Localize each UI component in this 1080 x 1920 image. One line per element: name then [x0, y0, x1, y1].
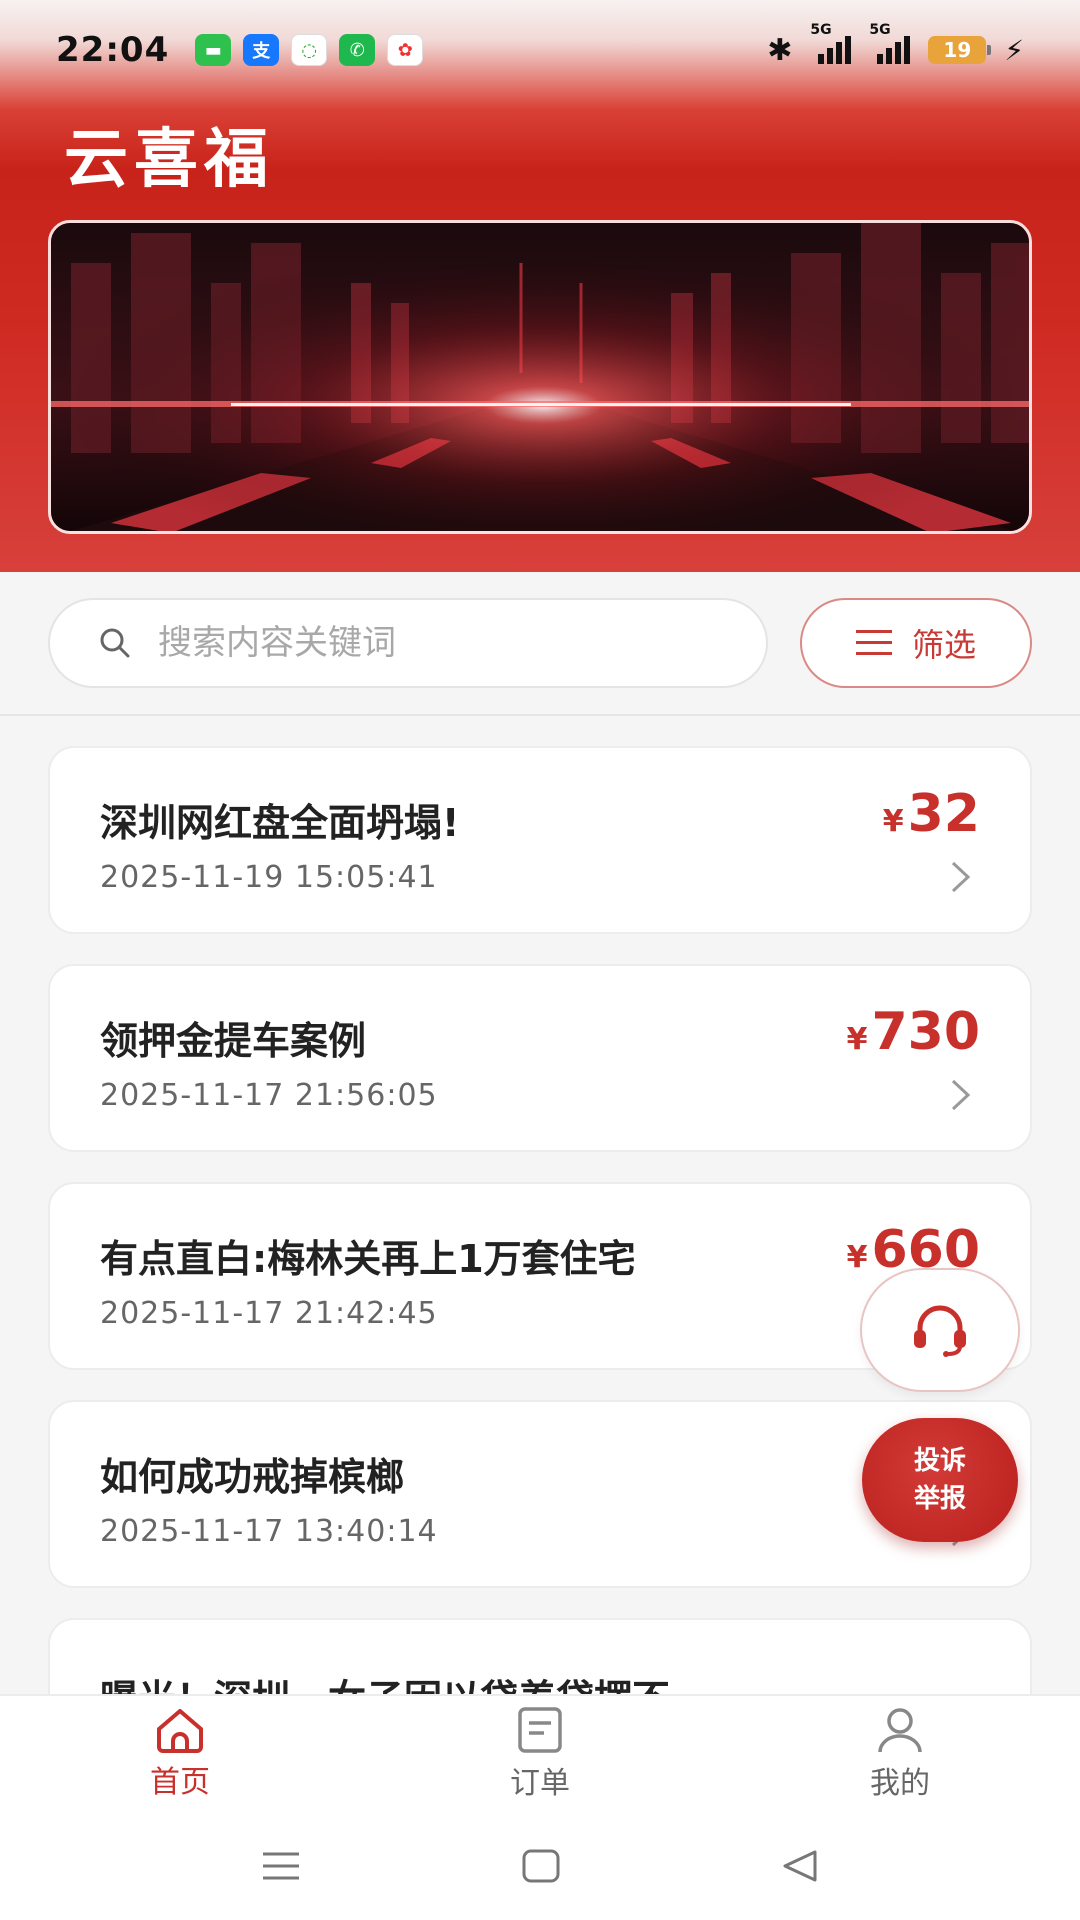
article-title: 曝光！深圳一女子因以贷养贷摆不 [100, 1668, 670, 1694]
tab-home[interactable]: 首页 [0, 1696, 360, 1812]
battery-level: 19 [943, 38, 972, 62]
currency-symbol: ¥ [882, 804, 904, 839]
search-box[interactable] [48, 598, 768, 688]
recent-apps-icon[interactable] [261, 1850, 301, 1882]
notification-icons: ▬ 支 ◌ ✆ ✿ [195, 34, 424, 66]
header: 22:04 ▬ 支 ◌ ✆ ✿ ✱ 5G 5G 19 ⚡ 云喜福 [0, 0, 1080, 572]
headset-icon [914, 1305, 966, 1357]
article-card[interactable]: 曝光！深圳一女子因以贷养贷摆不 [48, 1618, 1032, 1694]
complaint-report-button[interactable]: 投诉 举报 [862, 1418, 1018, 1542]
status-time: 22:04 [56, 30, 170, 70]
article-card[interactable]: 深圳网红盘全面坍塌! 2025-11-19 15:05:41 ¥ 32 [48, 746, 1032, 934]
currency-symbol: ¥ [846, 1022, 868, 1057]
back-triangle-icon[interactable] [781, 1849, 819, 1883]
price-amount: 32 [907, 784, 980, 844]
chevron-right-icon [951, 1079, 971, 1111]
phone-icon: ✆ [339, 34, 376, 66]
tab-bar: 首页 订单 我的 [0, 1694, 1080, 1812]
article-time: 2025-11-17 13:40:14 [100, 1514, 438, 1549]
network-type-label-2: 5G [869, 22, 891, 38]
signal-icon: 5G [810, 22, 852, 64]
tab-profile[interactable]: 我的 [720, 1696, 1080, 1812]
order-icon [518, 1707, 562, 1753]
profile-icon [878, 1708, 922, 1753]
menu-lines-icon [855, 630, 892, 655]
home-square-icon[interactable] [522, 1849, 560, 1883]
system-nav-bar [0, 1812, 1080, 1920]
chevron-right-icon [951, 861, 971, 893]
search-input[interactable] [158, 623, 718, 663]
bluetooth-icon: ✱ [767, 32, 793, 68]
filter-button[interactable]: 筛选 [800, 598, 1032, 688]
article-title: 有点直白:梅林关再上1万套住宅 [100, 1237, 636, 1281]
article-title: 深圳网红盘全面坍塌! [100, 801, 460, 845]
messages-icon: ▬ [195, 34, 232, 66]
article-title: 如何成功戒掉槟榔 [100, 1455, 405, 1499]
customer-service-button[interactable] [860, 1268, 1020, 1392]
search-row: 筛选 [0, 572, 1080, 716]
currency-symbol: ¥ [846, 1240, 868, 1275]
article-title: 领押金提车案例 [100, 1019, 367, 1063]
report-label-line2: 举报 [913, 1484, 966, 1514]
network-type-label: 5G [810, 22, 832, 38]
search-icon [100, 628, 130, 658]
report-label-line1: 投诉 [913, 1446, 966, 1476]
charging-icon: ⚡ [1004, 33, 1024, 67]
article-time: 2025-11-17 21:56:05 [100, 1078, 438, 1113]
article-card[interactable]: 领押金提车案例 2025-11-17 21:56:05 ¥ 730 [48, 964, 1032, 1152]
alipay-icon: 支 [243, 34, 280, 66]
tab-label: 我的 [870, 1766, 930, 1801]
battery-icon: 19 [928, 36, 992, 64]
status-right: ✱ 5G 5G 19 ⚡ [767, 22, 1024, 68]
signal-icon-2: 5G [869, 22, 911, 64]
chat-bubble-icon: ◌ [291, 34, 328, 66]
status-bar: 22:04 ▬ 支 ◌ ✆ ✿ ✱ 5G 5G 19 ⚡ [0, 0, 1080, 100]
tab-label: 订单 [510, 1766, 570, 1801]
article-time: 2025-11-19 15:05:41 [100, 860, 438, 895]
screen: 22:04 ▬ 支 ◌ ✆ ✿ ✱ 5G 5G 19 ⚡ 云喜福 搜索内容关键词… [0, 0, 1080, 1920]
article-price: ¥ 32 [883, 784, 980, 844]
article-list: 深圳网红盘全面坍塌! 2025-11-19 15:05:41 ¥ 32 领押金提… [0, 716, 1080, 1694]
article-price: ¥ 730 [847, 1002, 980, 1062]
app-title: 云喜福 [64, 123, 274, 197]
tab-orders[interactable]: 订单 [360, 1696, 720, 1812]
banner-image[interactable] [48, 220, 1032, 534]
filter-label: 筛选 [911, 626, 976, 664]
article-time: 2025-11-17 21:42:45 [100, 1296, 438, 1331]
tab-label: 首页 [150, 1765, 210, 1800]
app-notification-icon: ✿ [387, 34, 424, 66]
home-icon [157, 1709, 203, 1753]
price-amount: 730 [871, 1002, 980, 1062]
